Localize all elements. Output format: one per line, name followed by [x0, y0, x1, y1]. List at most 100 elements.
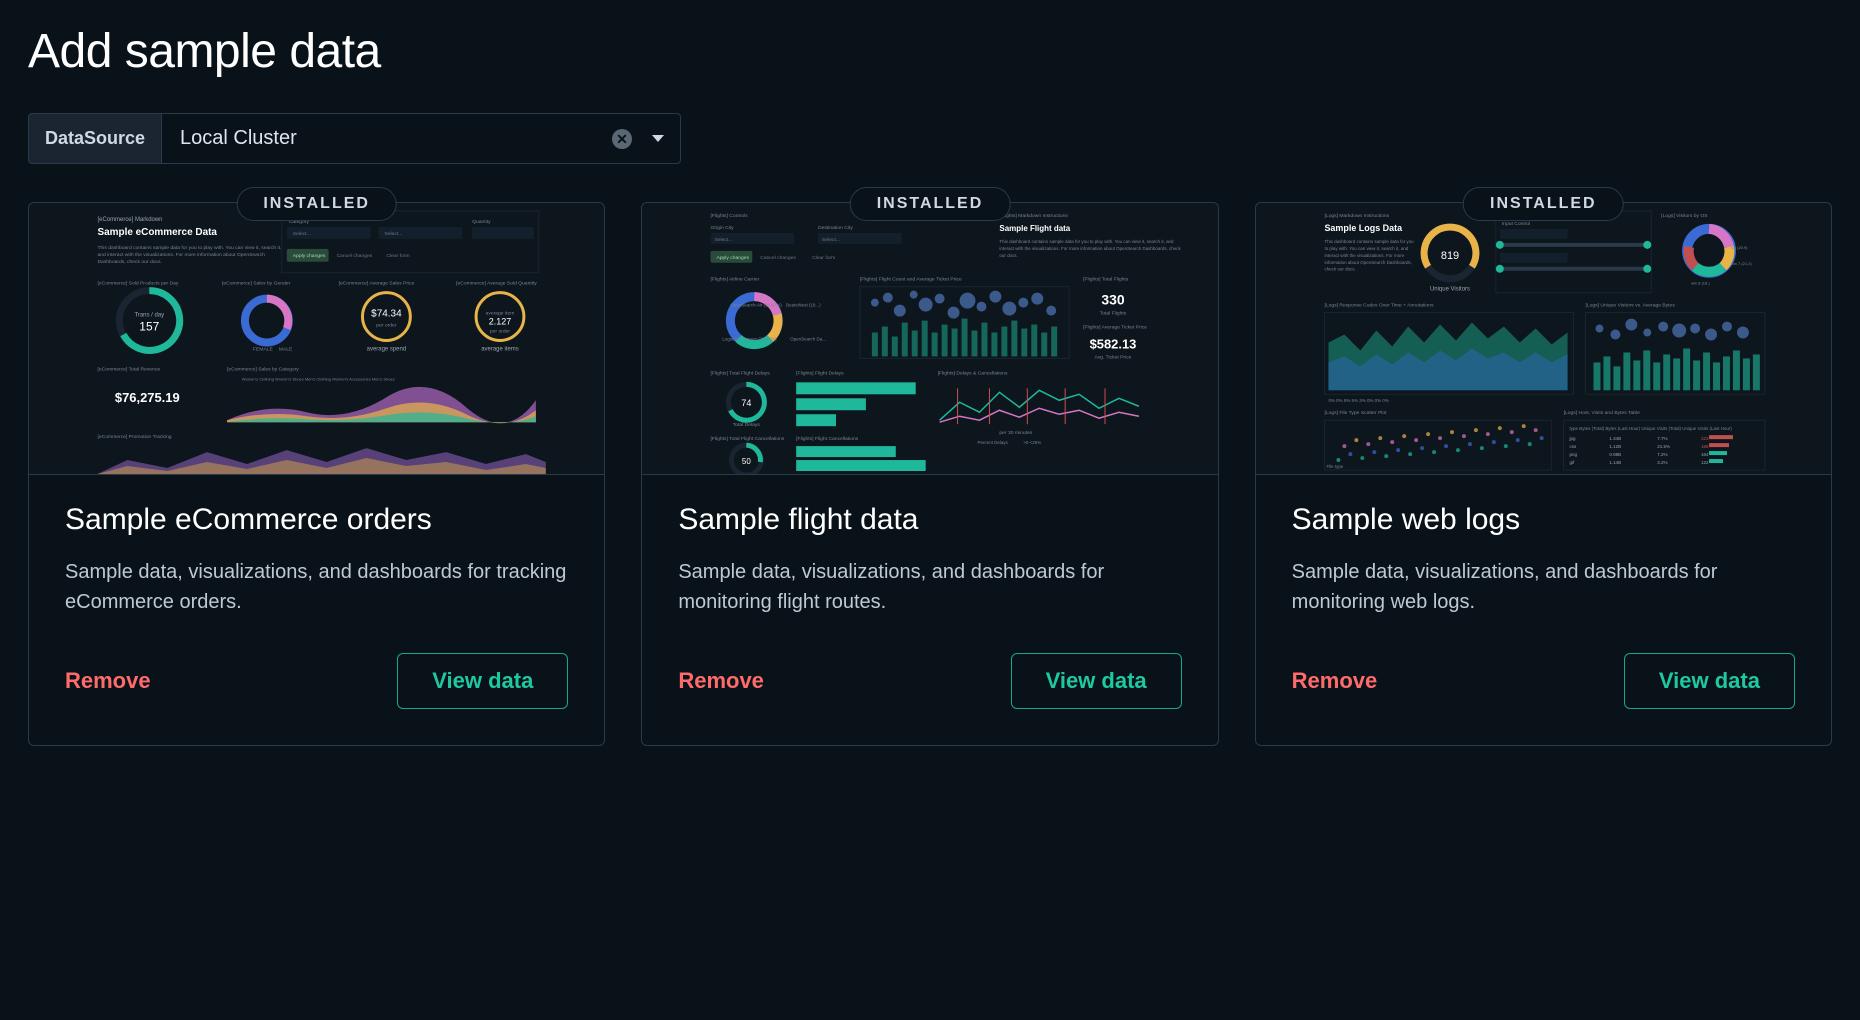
datasource-label: DataSource [28, 113, 161, 164]
page-title: Add sample data [28, 24, 1832, 79]
svg-text:average items: average items [481, 346, 519, 352]
svg-text:[eCommerce] Sales by Category: [eCommerce] Sales by Category [227, 366, 299, 372]
card-actions: Remove View data [678, 653, 1181, 709]
svg-text:Origin City: Origin City [711, 225, 735, 231]
svg-text:[Flights] Total Flights: [Flights] Total Flights [1083, 277, 1129, 283]
svg-text:[Logs] File Type Scatter Plot: [Logs] File Type Scatter Plot [1324, 410, 1387, 416]
svg-text:[Flights] Airline Carrier: [Flights] Airline Carrier [711, 277, 760, 283]
chevron-down-icon[interactable] [652, 135, 664, 142]
svg-text:FEMALE: FEMALE [253, 346, 274, 352]
svg-text:Trans / day: Trans / day [134, 313, 164, 319]
svg-text:188: 188 [1701, 444, 1709, 449]
svg-text:Cancel changes: Cancel changes [761, 255, 797, 261]
view-data-button[interactable]: View data [397, 653, 568, 709]
svg-text:[eCommerce] Average Sales Pric: [eCommerce] Average Sales Price [339, 281, 415, 287]
svg-text:157: 157 [139, 320, 159, 334]
svg-text:$76,275.19: $76,275.19 [115, 390, 180, 405]
svg-text:File type: File type [1326, 464, 1343, 469]
svg-text:[Logs] Visitors by OS: [Logs] Visitors by OS [1661, 213, 1708, 219]
svg-text:Select...: Select... [715, 237, 733, 243]
svg-text:and interact with the visualiz: and interact with the visualizations. Fo… [97, 252, 265, 258]
datasource-select[interactable]: Local Cluster ✕ [161, 113, 681, 164]
svg-text:Clear form: Clear form [386, 253, 409, 259]
svg-text:[Logs] Unique Visitors vs. Ave: [Logs] Unique Visitors vs. Average Bytes [1585, 303, 1675, 309]
svg-text:[Flights] Flight Delays: [Flights] Flight Delays [796, 370, 844, 376]
svg-text:[eCommerce] Promotion Tracking: [eCommerce] Promotion Tracking [97, 434, 171, 440]
svg-text:Total Delays: Total Delays [733, 422, 761, 428]
svg-text:Quantity: Quantity [472, 219, 491, 225]
svg-text:Avg. Ticket Price: Avg. Ticket Price [1095, 354, 1132, 360]
svg-text:[Logs] Response Codes Over Tim: [Logs] Response Codes Over Time + Annota… [1324, 303, 1433, 309]
svg-text:css: css [1569, 444, 1576, 449]
preview-heading: Sample eCommerce Data [97, 227, 217, 238]
svg-text:0% 0% 5% 5% 3%: 0% 0% 5% 5% 3% 0% 0% 0% [1328, 398, 1388, 403]
svg-text:Logstash Airways (25.55%): Logstash Airways (25.55%) [723, 336, 778, 341]
svg-text:[Flights] Delays & Cancellatio: [Flights] Delays & Cancellations [938, 370, 1008, 376]
svg-text:7.2%: 7.2% [1657, 452, 1667, 457]
card-description: Sample data, visualizations, and dashboa… [678, 557, 1181, 617]
svg-text:[Flights] Flight Cancellations: [Flights] Flight Cancellations [796, 436, 859, 442]
remove-button[interactable]: Remove [1292, 668, 1378, 694]
svg-text:png: png [1569, 452, 1577, 457]
svg-text:Destination City: Destination City [818, 225, 853, 231]
svg-text:This dashboard contains sample: This dashboard contains sample data for … [1324, 239, 1414, 244]
svg-text:type Bytes (Total) Bytes: type Bytes (Total) Bytes (Last Hour) Uni… [1569, 426, 1732, 431]
svg-text:OpenSearch-Air (32.87%): OpenSearch-Air (32.87%) [731, 303, 783, 308]
svg-text:OpenSearch Da...: OpenSearch Da... [791, 336, 827, 341]
installed-badge: INSTALLED [850, 187, 1011, 221]
remove-button[interactable]: Remove [678, 668, 764, 694]
svg-text:[Flights] Markdown Instruction: [Flights] Markdown Instructions [1000, 213, 1069, 219]
clear-icon[interactable]: ✕ [612, 129, 632, 149]
svg-text:223: 223 [1701, 436, 1709, 441]
svg-text:Select...: Select... [384, 231, 402, 237]
preview-ecommerce: [eCommerce] Markdown Sample eCommerce Da… [29, 203, 604, 475]
svg-text:Clear form: Clear form [812, 255, 835, 261]
svg-text:>0 <25%: >0 <25% [1024, 440, 1042, 445]
card-weblogs: INSTALLED [Logs] Markdown Instructions S… [1255, 202, 1832, 746]
card-title: Sample eCommerce orders [65, 503, 568, 537]
svg-text:$582.13: $582.13 [1090, 336, 1137, 351]
svg-text:Apply changes: Apply changes [717, 255, 750, 261]
datasource-controls: ✕ [612, 129, 664, 149]
svg-text:[Logs] Host, Visits and Bytes: [Logs] Host, Visits and Bytes Table [1563, 410, 1640, 416]
svg-text:[eCommerce] Average Sold Quant: [eCommerce] Average Sold Quantity [456, 281, 537, 287]
datasource-row: DataSource Local Cluster ✕ [28, 113, 1832, 164]
svg-text:1.14B: 1.14B [1609, 460, 1621, 465]
svg-text:interact with the visualizatio: interact with the visualizations. For mo… [1324, 253, 1404, 258]
svg-text:Select...: Select... [822, 237, 840, 243]
datasource-value: Local Cluster [180, 127, 297, 150]
svg-text:per order: per order [490, 329, 511, 335]
remove-button[interactable]: Remove [65, 668, 151, 694]
svg-text:per order: per order [376, 323, 397, 329]
svg-text:information about OpenSearch D: information about OpenSearch Dashboards, [1324, 260, 1411, 265]
svg-text:2.127: 2.127 [489, 317, 511, 327]
svg-text:Dashboards, check our docs.: Dashboards, check our docs. [97, 259, 161, 265]
svg-text:win 8 (18.): win 8 (18.) [1691, 281, 1710, 286]
svg-text:819: 819 [1441, 250, 1459, 262]
svg-text:Sample Logs Data: Sample Logs Data [1324, 223, 1403, 233]
card-body: Sample web logs Sample data, visualizati… [1256, 475, 1831, 745]
preview-flights: [Flights] Controls Origin City Select...… [642, 203, 1217, 475]
svg-text:[Logs] Markdown Instructions: [Logs] Markdown Instructions [1324, 213, 1389, 219]
svg-text:[Flights] Controls: [Flights] Controls [711, 213, 749, 219]
card-description: Sample data, visualizations, and dashboa… [65, 557, 568, 617]
svg-text:gif: gif [1569, 460, 1574, 465]
view-data-button[interactable]: View data [1011, 653, 1182, 709]
svg-text:MALE: MALE [279, 346, 293, 352]
installed-badge: INSTALLED [236, 187, 397, 221]
svg-text:[Flights] Total Flight Cancell: [Flights] Total Flight Cancellations [711, 436, 785, 442]
svg-text:jpg: jpg [1568, 436, 1575, 441]
svg-text:win 7 (21.2): win 7 (21.2) [1731, 261, 1752, 266]
svg-text:[eCommerce] Sales by Gender: [eCommerce] Sales by Gender [222, 281, 291, 287]
svg-text:[Flights] Total Flight Delays: [Flights] Total Flight Delays [711, 370, 771, 376]
svg-text:interact with the visualizatio: interact with the visualizations. For mo… [1000, 246, 1182, 251]
cards-grid: INSTALLED [eCommerce] Markdown Sample eC… [28, 202, 1832, 746]
svg-text:per 30 minutes: per 30 minutes [1000, 430, 1033, 436]
svg-text:0.98B: 0.98B [1609, 452, 1621, 457]
svg-text:Input Control: Input Control [1501, 221, 1529, 227]
svg-text:[eCommerce] Total Revenue: [eCommerce] Total Revenue [97, 366, 160, 372]
card-flights: INSTALLED [Flights] Controls Origin City… [641, 202, 1218, 746]
view-data-button[interactable]: View data [1624, 653, 1795, 709]
svg-text:[Flights] Flight Count and Ave: [Flights] Flight Count and Average Ticke… [860, 277, 962, 283]
svg-text:[eCommerce] Markdown: [eCommerce] Markdown [97, 217, 162, 223]
